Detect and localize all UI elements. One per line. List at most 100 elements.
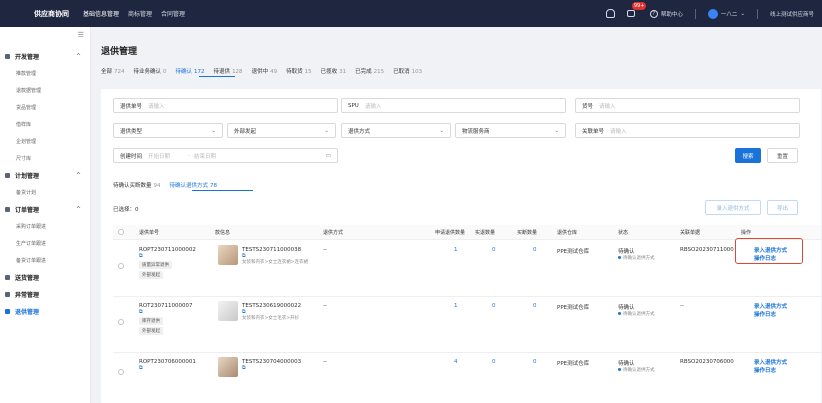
- table-row: ROT230711000007 ⧉ 库存退供 外部发起 TESTS2306190…: [113, 297, 821, 353]
- active-subtab-indicator: [192, 190, 253, 191]
- avatar: [707, 8, 718, 19]
- status-cell: 待确认 待确认退供方式: [618, 305, 655, 317]
- real-qty-cell: 0: [492, 359, 496, 365]
- warehouse-cell: PPE测试仓库: [557, 249, 590, 255]
- nav-trademark[interactable]: 商标管理: [128, 9, 152, 18]
- user-menu[interactable]: 一八二 ⌄: [707, 8, 745, 19]
- sidebar-item[interactable]: 备货订单跟进: [0, 252, 91, 269]
- product-thumbnail[interactable]: [218, 301, 238, 321]
- nav-contract[interactable]: 合同管理: [161, 9, 185, 18]
- spu-field[interactable]: SPU 请输入: [341, 98, 566, 113]
- reset-button[interactable]: 重置: [767, 148, 798, 163]
- sidebar: ☰ 开发管理 ^ 推款管理 退款据管理 货品管理 借样库 企划管理 尺寸库 计划管…: [0, 27, 91, 403]
- chevron-down-icon: ⌄: [324, 127, 329, 134]
- tab-cancelled[interactable]: 已取消 103: [393, 67, 422, 75]
- nav-basic-info[interactable]: 基础信息管理: [83, 9, 119, 18]
- warehouse-cell: PPE测试仓库: [557, 361, 590, 367]
- product-thumbnail[interactable]: [218, 357, 238, 377]
- related-cell[interactable]: RBSO20230711000: [680, 247, 740, 253]
- sidebar-item[interactable]: 推款管理: [0, 65, 91, 82]
- export-button[interactable]: 导出: [767, 200, 798, 215]
- select-all-checkbox[interactable]: [118, 229, 124, 235]
- bell-icon[interactable]: [605, 9, 615, 18]
- sidebar-item[interactable]: 尺寸库: [0, 150, 91, 167]
- product-thumbnail[interactable]: [218, 245, 238, 265]
- sidebar-group-return[interactable]: 退供管理: [0, 303, 91, 320]
- tab-returning[interactable]: 退供中 49: [252, 67, 278, 75]
- qty-cell: 1: [454, 303, 458, 309]
- delivery-icon: [5, 275, 10, 280]
- real-qty-cell: 0: [492, 247, 496, 253]
- op-cell: 录入退供方式 操作日志: [754, 358, 787, 374]
- return-type-select[interactable]: 退供类型 ⌄: [113, 123, 223, 138]
- message-icon[interactable]: 99+: [626, 2, 647, 19]
- copy-icon[interactable]: ⧉: [139, 365, 196, 371]
- sku-field[interactable]: 货号 请输入: [575, 98, 800, 113]
- table-row: ROPT230711000002 ⧉ 质量异常退供 外部发起 TESTS2307…: [113, 241, 821, 297]
- top-bar: 供应商协同 基础信息管理 商标管理 合同管理 99+ ? 帮助中心 一八二 ⌄ …: [0, 0, 822, 27]
- op-log-link[interactable]: 操作日志: [754, 310, 787, 318]
- app-logo[interactable]: 供应商协同: [34, 9, 69, 19]
- content-card: 退供单号 请输入 SPU 请输入 货号 请输入 退供类型 ⌄ 外部发起 ⌄ 退供…: [101, 89, 821, 403]
- subtab-buyout[interactable]: 待确认买断数量 94: [113, 181, 161, 189]
- sidebar-item[interactable]: 生产订单跟进: [0, 235, 91, 252]
- copy-icon[interactable]: ⧉: [242, 365, 314, 371]
- tab-pickup[interactable]: 待取货 15: [286, 67, 312, 75]
- op-log-link[interactable]: 操作日志: [754, 366, 787, 374]
- message-badge: 99+: [631, 2, 647, 10]
- tab-completed[interactable]: 已完成 215: [355, 67, 384, 75]
- chevron-down-icon: ⌄: [439, 127, 444, 134]
- method-select[interactable]: 退供方式 ⌄: [341, 123, 451, 138]
- batch-method-button[interactable]: 录入退供方式: [705, 200, 761, 215]
- sidebar-item[interactable]: 货品管理: [0, 99, 91, 116]
- help-center[interactable]: ? 帮助中心: [649, 9, 683, 18]
- store-name[interactable]: 线上测试供应商号: [770, 10, 814, 18]
- sidebar-item[interactable]: 备货计划: [0, 184, 91, 201]
- sidebar-group-dev[interactable]: 开发管理 ^: [0, 48, 91, 65]
- tab-to-confirm[interactable]: 待确认 172: [176, 67, 205, 75]
- row-checkbox[interactable]: [118, 369, 124, 375]
- sidebar-item[interactable]: 企划管理: [0, 133, 91, 150]
- sidebar-item[interactable]: 采购订单跟进: [0, 218, 91, 235]
- created-date-range[interactable]: 创建时间 开始日期 - 结束日期 ▭: [113, 148, 338, 163]
- return-no-cell: ROT230711000007 ⧉ 库存退供 外部发起: [139, 303, 193, 335]
- top-nav: 基础信息管理 商标管理 合同管理: [83, 9, 185, 18]
- qty-cell: 1: [454, 247, 458, 253]
- tab-all[interactable]: 全部 724: [101, 67, 125, 75]
- return-no-field[interactable]: 退供单号 请输入: [113, 98, 338, 113]
- row-checkbox[interactable]: [118, 263, 124, 269]
- subtab-method[interactable]: 待确认退供方式 78: [170, 181, 218, 189]
- product-info-cell: TESTS230704000003 ⧉: [242, 359, 314, 371]
- op-cell: 录入退供方式 操作日志: [754, 302, 787, 318]
- divider: [694, 8, 696, 19]
- sidebar-group-plan[interactable]: 计划管理 ^: [0, 167, 91, 184]
- exception-icon: [5, 292, 10, 297]
- related-no-field[interactable]: 关联单号 请输入: [575, 123, 800, 138]
- related-cell[interactable]: RBSO20230706000: [680, 359, 740, 365]
- sidebar-group-delivery[interactable]: 送货管理: [0, 269, 91, 286]
- highlight-box: [735, 238, 803, 264]
- main-content: 退供管理 全部 724 待业务确认 0 待确认 172 待退供 128 退供中 49 待取…: [92, 27, 822, 403]
- sub-tabs: 待确认买断数量 94 待确认退供方式 78: [113, 181, 217, 189]
- tab-business-confirm[interactable]: 待业务确认 0: [134, 67, 167, 75]
- method-cell: --: [323, 359, 327, 365]
- sidebar-item[interactable]: 退款据管理: [0, 82, 91, 99]
- related-cell: --: [680, 303, 684, 309]
- external-select[interactable]: 外部发起 ⌄: [227, 123, 336, 138]
- logistics-select[interactable]: 物流服务商 ⌄: [455, 123, 566, 138]
- tab-to-return[interactable]: 待退供 128: [214, 67, 243, 75]
- chevron-up-icon: ^: [75, 172, 81, 179]
- tab-collected[interactable]: 已揽收 31: [321, 67, 347, 75]
- row-checkbox[interactable]: [118, 319, 124, 325]
- collapse-icon[interactable]: ☰: [78, 31, 84, 39]
- enter-method-link[interactable]: 录入退供方式: [754, 302, 787, 310]
- return-icon: [5, 309, 10, 314]
- sidebar-item[interactable]: 借样库: [0, 116, 91, 133]
- sidebar-group-order[interactable]: 订单管理 ^: [0, 201, 91, 218]
- sidebar-group-exception[interactable]: 异常管理: [0, 286, 91, 303]
- search-button[interactable]: 搜索: [735, 148, 761, 163]
- product-info-cell: TESTS230711000038 ⧉ 女装和内衣>女士连衣裙>连衣裙: [242, 247, 314, 265]
- plan-icon: [5, 173, 10, 178]
- enter-method-link[interactable]: 录入退供方式: [754, 358, 787, 366]
- page-title: 退供管理: [101, 47, 138, 57]
